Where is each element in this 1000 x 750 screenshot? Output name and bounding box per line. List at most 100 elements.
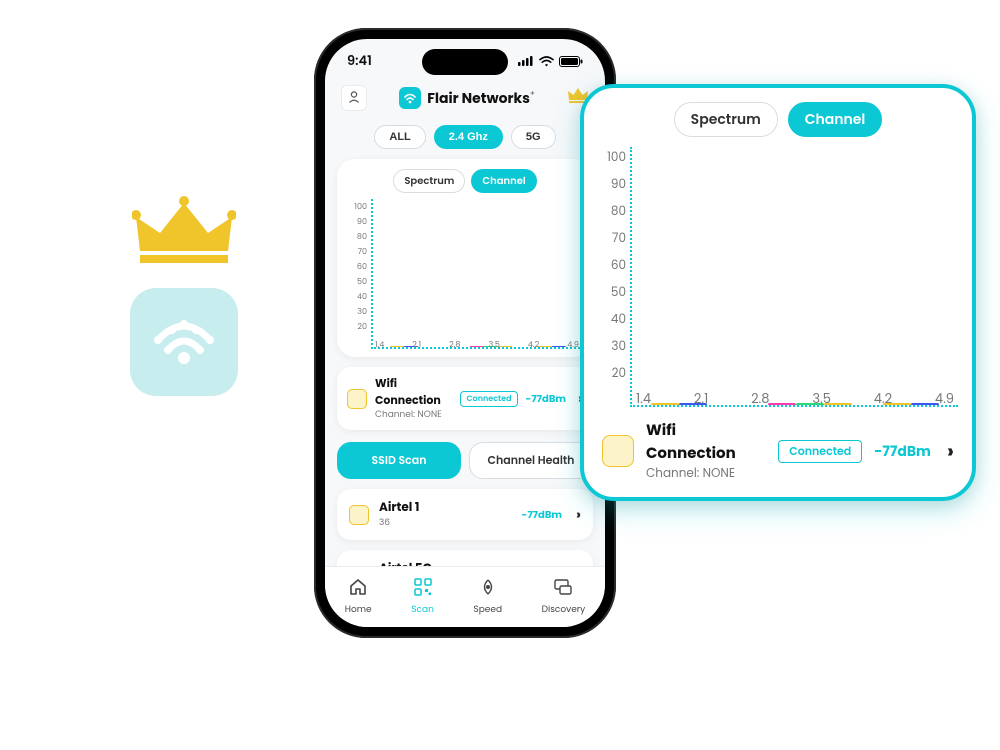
y-tick: 70 <box>347 246 367 258</box>
user-icon <box>347 86 361 111</box>
tab-spectrum[interactable]: Spectrum <box>393 169 465 193</box>
wifi-swatch <box>347 389 367 409</box>
y-tick: 80 <box>598 203 626 221</box>
bars <box>373 199 583 347</box>
ssid-row[interactable]: Airtel 136 -77dBm › <box>337 489 593 540</box>
battery-icon <box>559 56 583 67</box>
side-art <box>130 195 238 396</box>
y-tick: 60 <box>598 257 626 275</box>
overlay-tab-channel[interactable]: Channel <box>788 102 883 137</box>
overlay-wifi-channel: Channel: NONE <box>646 465 766 483</box>
chart-overlay-card: Spectrum Channel 100 90 80 70 60 50 40 30 20 1.4… <box>580 84 976 501</box>
wifi-icon <box>539 56 554 67</box>
chart-card: Spectrum Channel 1009080706050403020 1.4… <box>337 159 593 357</box>
dynamic-island <box>422 49 508 75</box>
wifi-status-badge: Connected <box>460 391 517 407</box>
y-tick: 30 <box>347 306 367 318</box>
y-axis: 1009080706050403020 <box>347 199 367 349</box>
x-tick: 2.8 <box>751 389 769 409</box>
y-tick: 50 <box>598 284 626 302</box>
brand-icon <box>399 87 421 109</box>
x-tick: 2.1 <box>412 339 421 351</box>
x-tick: 4.2 <box>874 389 892 409</box>
current-wifi-row[interactable]: Wifi Connection Channel: NONE Connected … <box>337 367 593 430</box>
overlay-wifi-status-badge: Connected <box>778 440 862 463</box>
ssid-row[interactable]: Airtel 5G36-77dBm› <box>337 550 593 567</box>
ssid-list: Airtel 136 -77dBm › Airtel 5G36-77dBm› <box>337 489 593 567</box>
x-tick: 3.5 <box>488 339 499 351</box>
signal-icon <box>518 56 534 66</box>
frequency-tabs: ALL 2.4 Ghz 5G <box>337 125 593 149</box>
content: ALL 2.4 Ghz 5G Spectrum Channel 10090807… <box>325 119 605 567</box>
scan-mode-tabs: SSID Scan Channel Health <box>337 442 593 479</box>
x-tick: 1.4 <box>375 339 384 351</box>
x-tick: 2.8 <box>449 339 460 351</box>
chart-tabs: Spectrum Channel <box>347 169 583 193</box>
crown-icon <box>132 195 236 272</box>
channel-chart: 1009080706050403020 1.42.12.83.54.24.9 <box>347 199 583 349</box>
pill-channel-health[interactable]: Channel Health <box>469 442 593 479</box>
nav-discovery-label: Discovery <box>542 604 586 617</box>
overlay-channel-chart: 100 90 80 70 60 50 40 30 20 1.4 2.1 2.8 3.5 4.2 4.9 <box>598 147 958 407</box>
stage: 9:41 Flair Networks⁺ <box>0 0 1000 750</box>
overlay-tab-spectrum[interactable]: Spectrum <box>674 102 778 137</box>
x-tick: 2.1 <box>694 389 708 409</box>
ssid-signal: -77dBm <box>522 507 562 523</box>
status-time: 9:41 <box>347 51 372 71</box>
x-tick: 3.5 <box>812 389 831 409</box>
overlay-x-axis: 1.4 2.1 2.8 3.5 4.2 4.9 <box>632 385 958 409</box>
discovery-icon <box>553 577 573 602</box>
overlay-wifi-row[interactable]: Wifi Connection Channel: NONE Connected … <box>598 407 958 485</box>
y-tick: 20 <box>347 321 367 333</box>
ssid-info: Airtel 136 <box>379 499 512 530</box>
y-tick: 70 <box>598 230 626 248</box>
y-tick: 20 <box>598 365 626 383</box>
brand: Flair Networks⁺ <box>399 87 534 109</box>
x-tick: 4.9 <box>567 339 579 351</box>
wifi-signal: -77dBm <box>526 391 566 407</box>
x-tick: 4.2 <box>528 339 539 351</box>
plot-area <box>371 199 583 349</box>
nav-home-label: Home <box>345 604 372 617</box>
chevron-right-icon: › <box>576 504 581 525</box>
qr-icon <box>413 577 433 602</box>
x-tick: 1.4 <box>636 389 651 409</box>
logo-tile <box>130 288 238 396</box>
y-tick: 80 <box>347 231 367 243</box>
wifi-channel: Channel: NONE <box>375 409 452 422</box>
y-tick: 60 <box>347 261 367 273</box>
y-tick: 90 <box>598 176 626 194</box>
phone-screen: 9:41 Flair Networks⁺ <box>325 39 605 627</box>
bottom-nav: Home Scan Speed Discovery <box>325 566 605 627</box>
overlay-y-axis: 100 90 80 70 60 50 40 30 20 <box>598 147 626 407</box>
y-tick: 40 <box>598 311 626 329</box>
nav-home[interactable]: Home <box>345 577 372 617</box>
x-axis: 1.4 2.1 2.8 3.5 4.2 4.9 <box>371 335 583 351</box>
y-tick: 100 <box>598 149 626 167</box>
y-tick: 30 <box>598 338 626 356</box>
overlay-wifi-signal: -77dBm <box>874 441 931 462</box>
overlay-bars <box>632 147 958 405</box>
ssid-channel: 36 <box>379 517 512 530</box>
y-tick: 50 <box>347 276 367 288</box>
nav-speed[interactable]: Speed <box>473 577 502 617</box>
home-icon <box>348 577 368 602</box>
x-tick: 4.9 <box>935 389 954 409</box>
profile-button[interactable] <box>341 85 367 111</box>
wifi-name: Wifi Connection <box>375 375 452 409</box>
overlay-wifi-name: Wifi Connection <box>646 419 766 465</box>
freq-tab-all[interactable]: ALL <box>374 125 425 149</box>
overlay-chevron-right-icon: › <box>947 436 954 466</box>
pill-ssid-scan[interactable]: SSID Scan <box>337 442 461 479</box>
overlay-wifi-info: Wifi Connection Channel: NONE <box>646 419 766 483</box>
phone-frame: 9:41 Flair Networks⁺ <box>314 28 616 638</box>
speed-icon <box>478 577 498 602</box>
nav-scan[interactable]: Scan <box>411 577 434 617</box>
freq-tab-24ghz[interactable]: 2.4 Ghz <box>434 125 503 149</box>
y-tick: 100 <box>347 201 367 213</box>
status-indicators <box>518 56 583 67</box>
freq-tab-5g[interactable]: 5G <box>511 125 556 149</box>
ssid-swatch <box>349 505 369 525</box>
nav-discovery[interactable]: Discovery <box>542 577 586 617</box>
tab-channel[interactable]: Channel <box>471 169 536 193</box>
